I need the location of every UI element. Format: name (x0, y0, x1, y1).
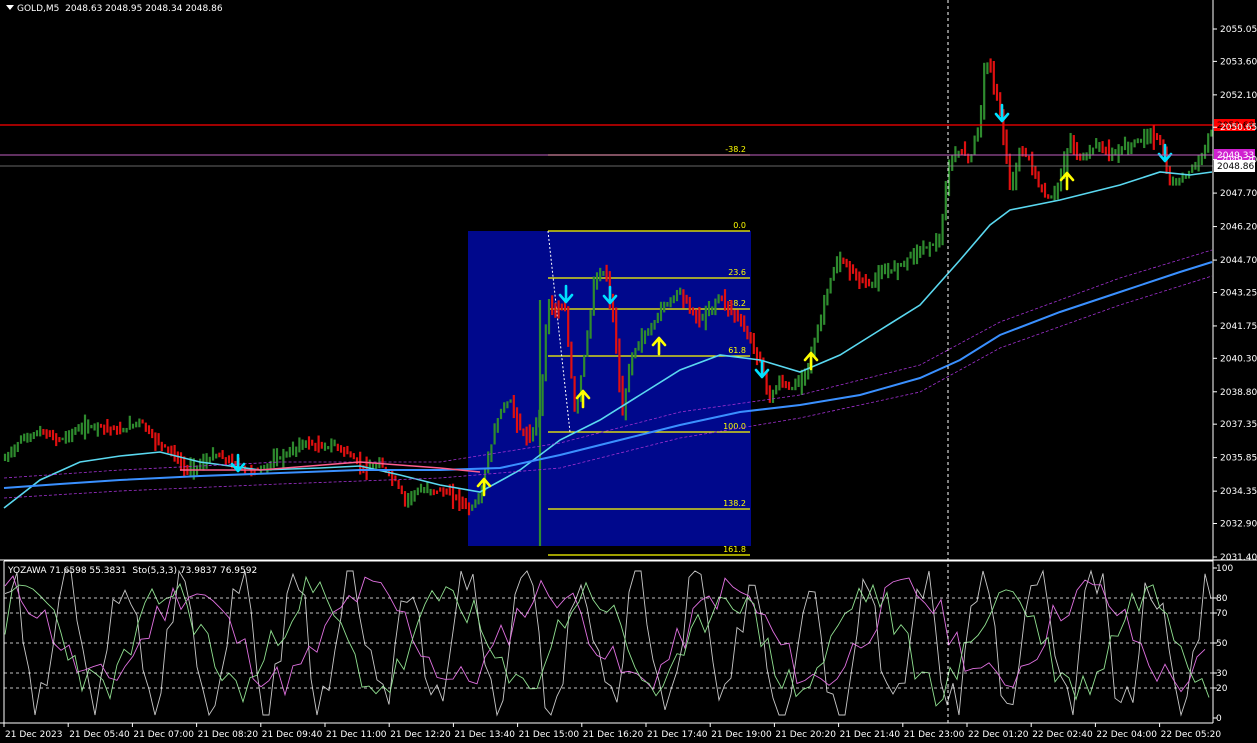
chart-header[interactable]: GOLD,M5 2048.63 2048.95 2048.34 2048.86 (6, 4, 223, 14)
time-tick-label: 21 Dec 19:00 (711, 730, 772, 740)
indicator-tick-label: 100 (1216, 564, 1233, 574)
indicator-tick-label: 0 (1216, 714, 1222, 724)
price-tick-label: 2044.70 (1220, 256, 1257, 266)
time-tick-label: 21 Dec 20:20 (775, 730, 836, 740)
price-tick-label: 2032.90 (1220, 520, 1257, 530)
fib-level-label: -38.2 (725, 145, 746, 154)
time-tick-label: 21 Dec 09:40 (262, 730, 323, 740)
price-tick-label: 2049.20 (1220, 156, 1257, 166)
price-tick-label: 2041.75 (1220, 322, 1257, 332)
time-tick-label: 21 Dec 23:00 (904, 730, 965, 740)
symbol-label: GOLD,M5 (17, 4, 60, 14)
indicator-tick-label: 30 (1216, 669, 1228, 679)
stoch-values: Sto(5,3,3) 73.9837 76.9592 (132, 566, 258, 576)
price-tick-label: 2043.25 (1220, 288, 1257, 298)
price-tick-label: 2031.40 (1220, 553, 1257, 563)
price-tick-label: 2052.10 (1220, 91, 1257, 101)
fib-level-label: 23.6 (728, 268, 746, 277)
time-tick-label: 21 Dec 21:40 (840, 730, 901, 740)
time-tick-label: 21 Dec 07:00 (133, 730, 194, 740)
indicator-tick-label: 50 (1216, 639, 1228, 649)
trading-chart-window[interactable]: -38.2 0.0 23.6 38.2 61.8 100.0 138.2 161.8 2050… (0, 0, 1257, 743)
time-tick-label: 21 Dec 05:40 (69, 730, 130, 740)
fib-level-label: 61.8 (728, 346, 746, 355)
time-tick-label: 21 Dec 2023 (5, 730, 63, 740)
indicator-tick-label: 70 (1216, 609, 1228, 619)
fib-level-label: 161.8 (723, 545, 746, 554)
price-tick-label: 2035.85 (1220, 454, 1257, 464)
indicator-header: YOZAWA 71.6598 55.3831 Sto(5,3,3) 73.983… (8, 566, 257, 576)
fib-level-label: 138.2 (723, 499, 746, 508)
time-tick-label: 21 Dec 17:40 (647, 730, 708, 740)
price-tick-label: 2047.70 (1220, 189, 1257, 199)
price-tick-label: 2037.35 (1220, 420, 1257, 430)
indicator-tick-label: 20 (1216, 684, 1228, 694)
ohlc-values: 2048.63 2048.95 2048.34 2048.86 (65, 4, 223, 14)
price-tick-label: 2040.30 (1220, 354, 1257, 364)
yozawa-values: YOZAWA 71.6598 55.3831 (8, 566, 127, 576)
time-tick-label: 22 Dec 02:40 (1032, 730, 1093, 740)
price-tick-label: 2034.35 (1220, 487, 1257, 497)
price-tick-label: 2046.20 (1220, 223, 1257, 233)
time-tick-label: 21 Dec 15:00 (519, 730, 580, 740)
time-tick-label: 21 Dec 11:00 (326, 730, 387, 740)
time-tick-label: 21 Dec 12:20 (390, 730, 451, 740)
fib-level-label: 0.0 (733, 221, 746, 230)
time-tick-label: 21 Dec 08:20 (198, 730, 259, 740)
fib-level-label: 100.0 (723, 422, 746, 431)
time-tick-label: 22 Dec 04:00 (1096, 730, 1157, 740)
price-tick-label: 2050.65 (1220, 123, 1257, 133)
dropdown-triangle-icon[interactable] (6, 5, 14, 10)
time-tick-label: 21 Dec 13:40 (454, 730, 515, 740)
time-tick-label: 22 Dec 05:20 (1161, 730, 1222, 740)
time-tick-label: 21 Dec 16:20 (583, 730, 644, 740)
price-tick-label: 2053.60 (1220, 57, 1257, 67)
time-tick-label: 22 Dec 01:20 (968, 730, 1029, 740)
price-chart-svg[interactable]: -38.20.023.638.261.8100.0138.2161.8 2050… (0, 0, 1257, 743)
indicator-tick-label: 80 (1216, 594, 1228, 604)
price-tick-label: 2038.80 (1220, 388, 1257, 398)
price-tick-label: 2055.05 (1220, 25, 1257, 35)
